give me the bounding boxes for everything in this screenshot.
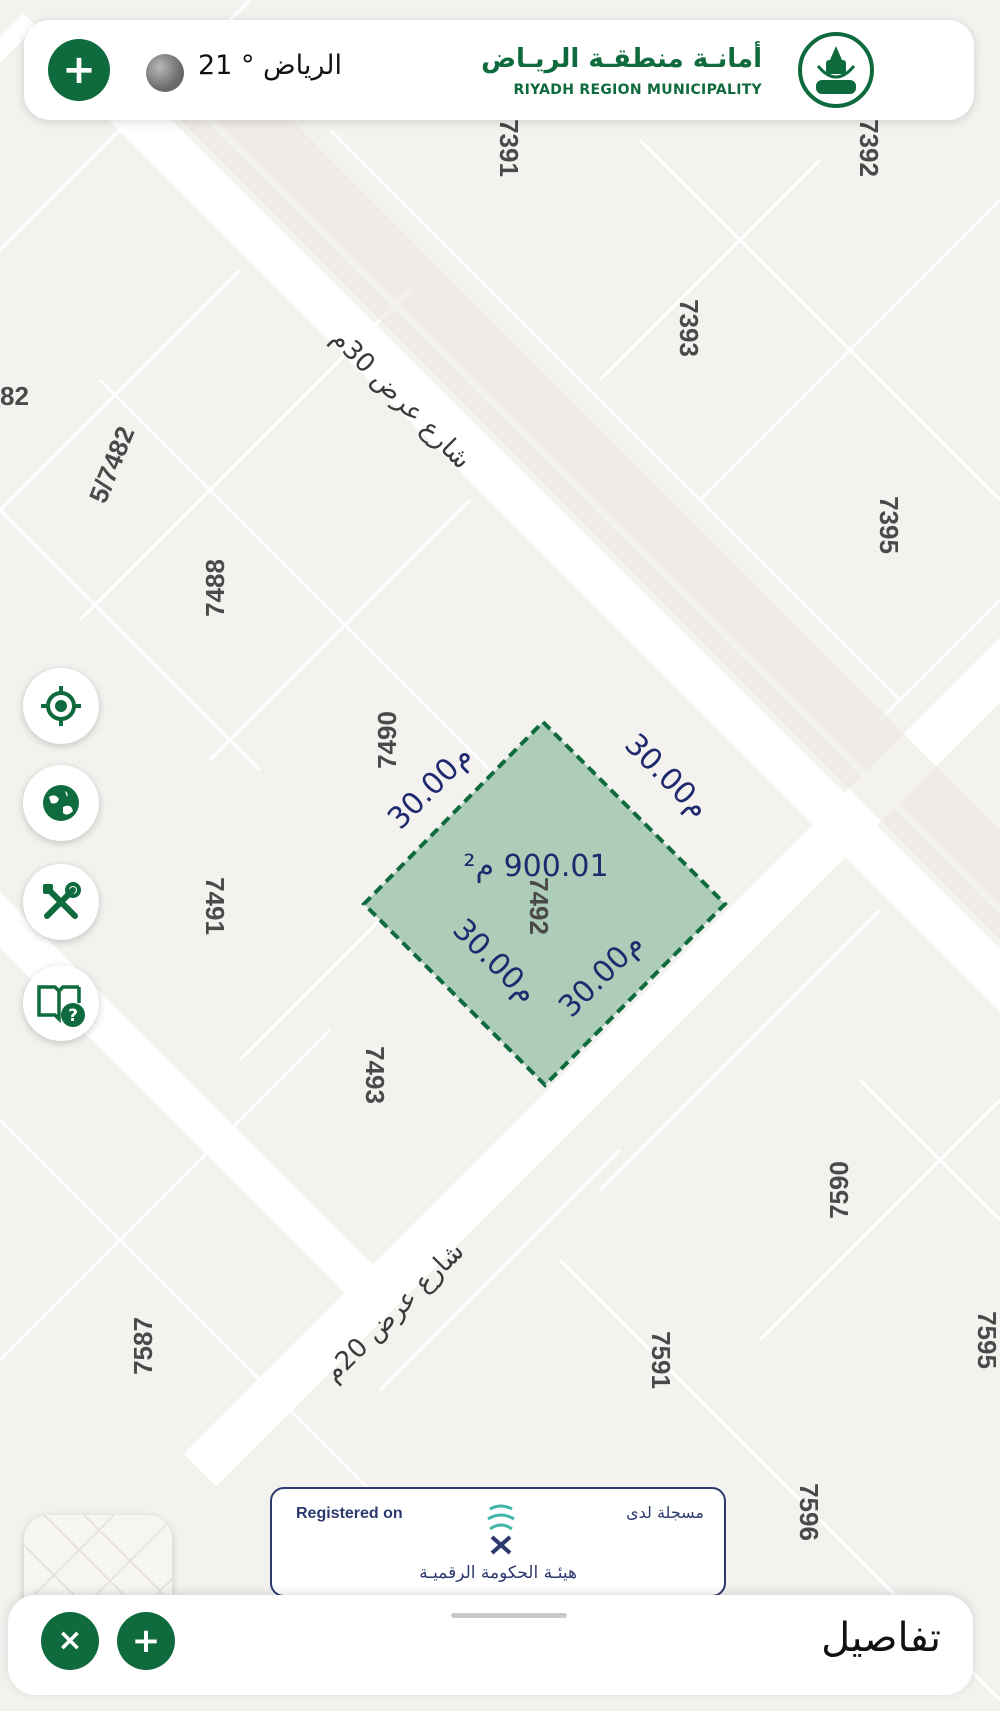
weather-text: الرياض ° 21: [198, 50, 343, 81]
parcel-label-7493: 7493: [360, 1046, 390, 1104]
tools-button[interactable]: [23, 864, 99, 940]
top-bar: + الرياض ° 21 أمانـة منطقـة الريـاض RIYA…: [24, 20, 974, 120]
map-canvas[interactable]: 7391 7392 7393 7395 82 5/7482 7488 7490 …: [0, 0, 1000, 1711]
basemap-button[interactable]: [23, 765, 99, 841]
municipality-name-arabic: أمانـة منطقـة الريـاض: [481, 44, 762, 74]
parcel-label-7595: 7595: [972, 1311, 1000, 1369]
sheet-drag-handle[interactable]: [451, 1613, 567, 1618]
help-button[interactable]: ?: [23, 965, 99, 1041]
parcel-label-7395: 7395: [874, 496, 904, 554]
globe-icon: [43, 785, 79, 821]
digital-government-logo: [487, 1504, 515, 1555]
close-button[interactable]: ×: [41, 1612, 99, 1670]
plot-area: 900.01 م²: [463, 849, 608, 884]
digital-government-authority-name: هيئـة الحكومة الرقميـة: [419, 1563, 577, 1583]
parcel-label-7591: 7591: [646, 1331, 676, 1389]
parcel-label-7587: 7587: [128, 1317, 158, 1375]
parcel-label-7596: 7596: [794, 1483, 824, 1541]
add-details-button[interactable]: +: [117, 1612, 175, 1670]
municipality-emblem-logo: [798, 32, 874, 108]
moon-weather-icon: [146, 54, 184, 92]
parcel-label-7491: 7491: [200, 877, 230, 935]
locate-button[interactable]: [23, 668, 99, 744]
add-button[interactable]: +: [48, 39, 110, 101]
help-book-icon: ?: [37, 985, 85, 1027]
parcel-label-7393: 7393: [674, 299, 704, 357]
parcel-label-82: 82: [0, 381, 29, 411]
municipality-name-english: RIYADH REGION MUNICIPALITY: [513, 82, 762, 98]
registered-on-badge: Registered on مسجلة لدى هيئـة الحكومة ال…: [270, 1487, 726, 1597]
registered-on-arabic: مسجلة لدى: [626, 1503, 704, 1522]
locate-icon: [41, 686, 81, 726]
details-bottom-sheet[interactable]: × + تفاصيل: [8, 1595, 973, 1695]
registered-on-english: Registered on: [296, 1505, 403, 1522]
svg-text:?: ?: [68, 1006, 78, 1026]
details-title: تفاصيل: [821, 1615, 941, 1661]
parcel-label-7391: 7391: [494, 119, 524, 177]
parcel-label-7488: 7488: [200, 559, 230, 617]
parcel-label-7492: 7492: [524, 877, 554, 935]
parcel-label-7590: 7590: [824, 1161, 854, 1219]
tools-icon: [43, 882, 81, 919]
parcel-label-7490: 7490: [372, 711, 402, 769]
parcel-label-7392: 7392: [854, 119, 884, 177]
